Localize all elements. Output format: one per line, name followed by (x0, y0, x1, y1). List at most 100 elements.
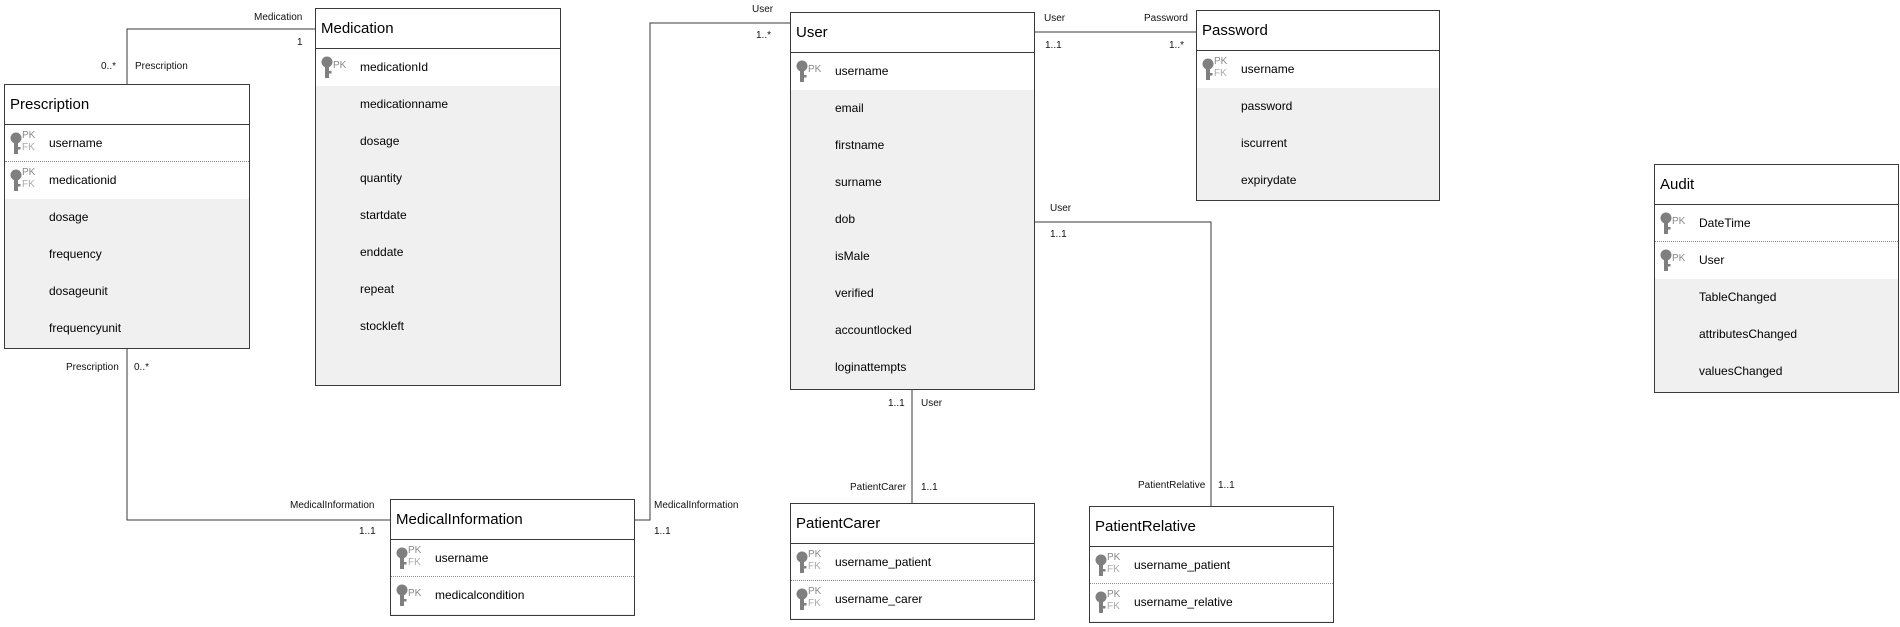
attribute-name: startdate (360, 208, 407, 222)
key-name: medicalcondition (435, 588, 525, 602)
attribute-row: enddate (316, 234, 560, 271)
attribute-row: iscurrent (1197, 125, 1439, 162)
attribute-name: stockleft (360, 319, 405, 333)
key-name: username_relative (1134, 595, 1233, 609)
attribute-row: medicationname (316, 86, 560, 123)
key-icon (1095, 554, 1107, 576)
entity-title: Password (1197, 11, 1439, 51)
key-row: PK FK username (391, 540, 634, 577)
role-label-user: User (752, 4, 774, 15)
entity-medicalinformation[interactable]: MedicalInformation PK FK username PK medicalc… (390, 499, 635, 616)
key-icon (396, 547, 408, 569)
pk-tag: PK (808, 586, 822, 597)
attribute-name: dosageunit (49, 284, 108, 298)
key-icon (796, 60, 808, 82)
pk-tag: PK (408, 588, 422, 599)
pk-tag: PK (1214, 56, 1228, 67)
role-label-password: Password (1144, 13, 1188, 24)
key-row: PK FK username_patient (791, 544, 1034, 581)
key-name: DateTime (1699, 216, 1751, 230)
multiplicity-label: 1..1 (359, 526, 376, 537)
key-icon (321, 56, 333, 78)
attribute-row: password (1197, 88, 1439, 125)
key-name: medicationid (49, 173, 117, 187)
key-row: PK FK username (5, 125, 249, 162)
attribute-row: email (791, 90, 1034, 127)
entity-audit[interactable]: Audit PK DateTime PK User TableChanged attribu… (1654, 164, 1899, 393)
attribute-name: dosage (49, 210, 89, 224)
attribute-name: accountlocked (835, 323, 912, 337)
line-user-patientrelative (1035, 221, 1212, 506)
key-name: username (49, 136, 103, 150)
attribute-row: firstname (791, 127, 1034, 164)
key-row: PK medicalcondition (391, 577, 634, 614)
multiplicity-label: 1 (297, 37, 303, 48)
key-row: PK FK username_relative (1090, 584, 1333, 621)
entity-medication[interactable]: Medication PK medicationId medicationname do… (315, 8, 561, 386)
role-label-user: User (1050, 203, 1072, 214)
multiplicity-label: 1..* (1169, 40, 1185, 51)
key-name: username_patient (835, 555, 932, 569)
attribute-row: quantity (316, 160, 560, 197)
attribute-row: surname (791, 164, 1034, 201)
multiplicity-label: 1..* (756, 30, 772, 41)
pk-tag: PK (333, 60, 347, 71)
fk-tag: FK (1107, 601, 1120, 612)
attribute-name: firstname (835, 138, 885, 152)
role-label-patientcarer: PatientCarer (850, 482, 907, 493)
entity-patientrelative[interactable]: PatientRelative PK FK username_patient PK FK u… (1089, 506, 1334, 623)
attribute-name: valuesChanged (1699, 364, 1783, 378)
role-label-medication: Medication (254, 12, 303, 23)
attribute-row: stockleft (316, 308, 560, 345)
key-row: PK FK username (1197, 51, 1439, 88)
attribute-name: frequencyunit (49, 321, 122, 335)
attribute-name: expirydate (1241, 173, 1297, 187)
fk-tag: FK (808, 598, 821, 609)
attribute-name: dob (835, 212, 856, 226)
entity-prescription[interactable]: Prescription PK FK username PK FK medicationid… (4, 84, 250, 349)
entity-title: Medication (316, 9, 560, 49)
key-name: username (435, 551, 489, 565)
key-name: username_patient (1134, 558, 1231, 572)
key-icon (1202, 58, 1214, 80)
fk-tag: FK (1214, 68, 1227, 79)
er-diagram-canvas: Medication 1 Prescription 0..* Prescript… (0, 0, 1900, 627)
key-icon (1660, 249, 1672, 271)
attribute-name: medicationname (360, 97, 449, 111)
multiplicity-label: 1..1 (1045, 40, 1062, 51)
entity-user[interactable]: User PK username email firstname surname dob is… (790, 12, 1035, 390)
pk-tag: PK (22, 130, 36, 141)
attribute-row: loginattempts (791, 349, 1034, 386)
attribute-name: iscurrent (1241, 136, 1288, 150)
key-row: PK username (791, 53, 1034, 90)
entity-title: PatientCarer (791, 504, 1034, 544)
role-label-patientrelative: PatientRelative (1138, 480, 1206, 491)
entity-password[interactable]: Password PK FK username password iscurrent exp… (1196, 10, 1440, 201)
attribute-name: password (1241, 99, 1293, 113)
key-row: PK DateTime (1655, 205, 1898, 242)
attribute-name: isMale (835, 249, 870, 263)
pk-tag: PK (1107, 589, 1121, 600)
pk-tag: PK (1107, 552, 1121, 563)
entity-title: Audit (1655, 165, 1898, 205)
attribute-name: frequency (49, 247, 102, 261)
attribute-name: repeat (360, 282, 395, 296)
multiplicity-label: 1..1 (1218, 480, 1235, 491)
key-icon (796, 588, 808, 610)
key-row: PK User (1655, 242, 1898, 279)
role-label-prescription: Prescription (135, 61, 188, 72)
attribute-row: isMale (791, 238, 1034, 275)
attribute-row: frequencyunit (5, 310, 249, 347)
entity-patientcarer[interactable]: PatientCarer PK FK username_patient PK FK user… (790, 503, 1035, 620)
attribute-row: expirydate (1197, 162, 1439, 199)
attribute-name: email (835, 101, 864, 115)
pk-tag: PK (408, 545, 422, 556)
attribute-row: verified (791, 275, 1034, 312)
pk-tag: PK (808, 64, 822, 75)
key-icon (10, 169, 22, 191)
role-label-user: User (921, 398, 943, 409)
attribute-name: attributesChanged (1699, 327, 1798, 341)
key-icon (796, 551, 808, 573)
attribute-row: dosage (316, 123, 560, 160)
attribute-row: startdate (316, 197, 560, 234)
